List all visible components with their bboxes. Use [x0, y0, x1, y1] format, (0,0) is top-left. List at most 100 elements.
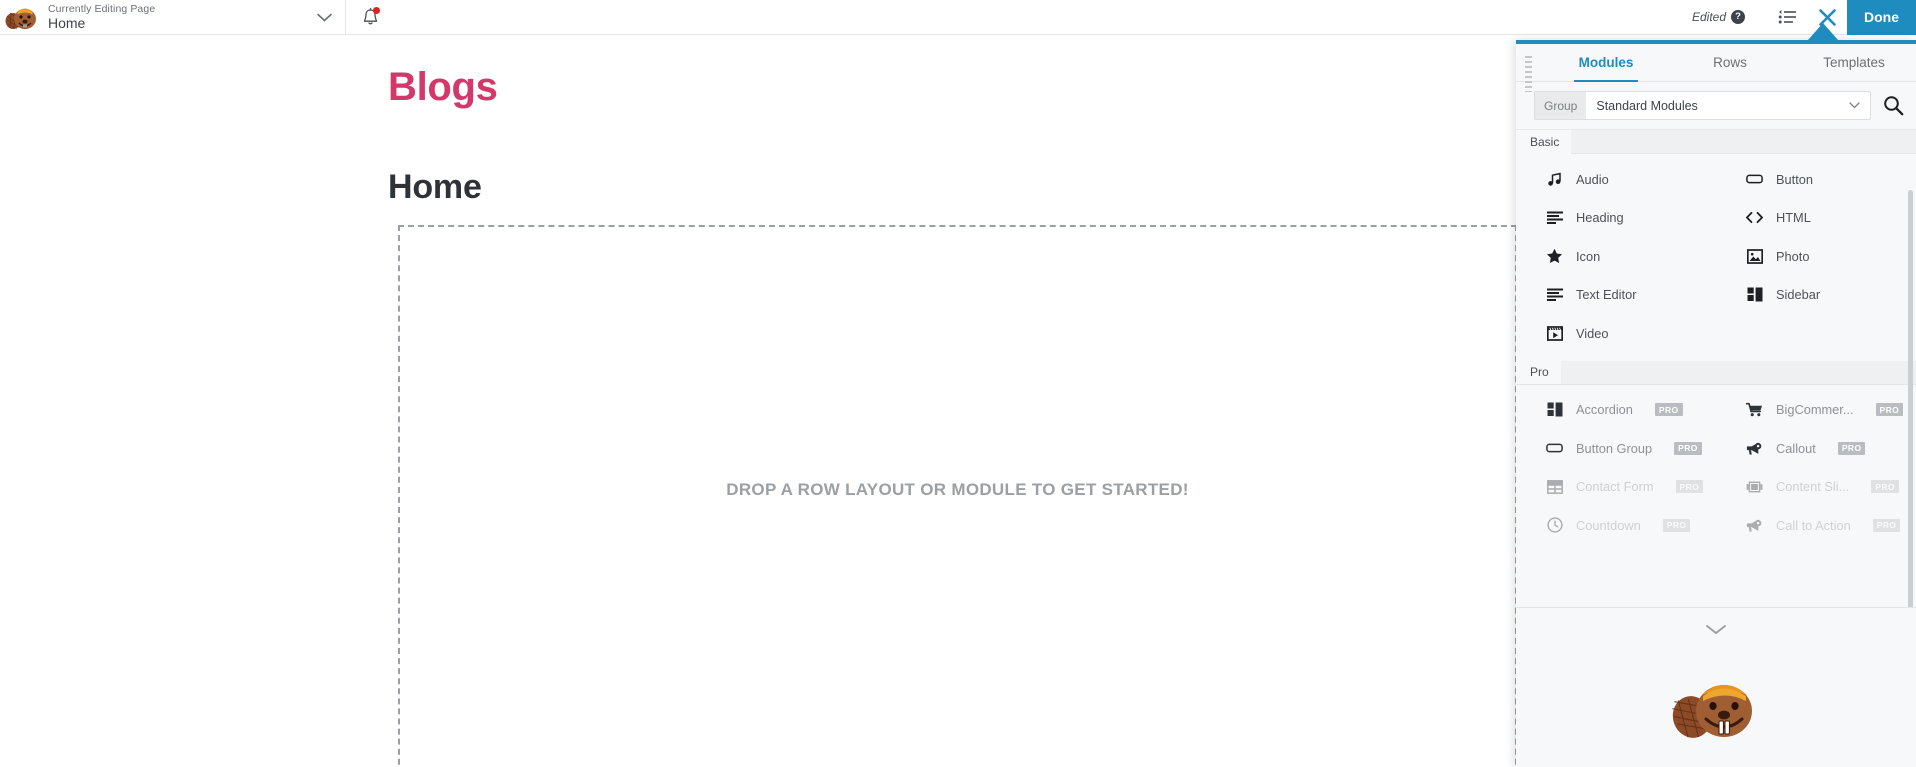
- module-item-button-label: Button: [1776, 171, 1813, 187]
- module-item-contact-form-label: Contact Form: [1576, 479, 1654, 495]
- shopping-cart-icon: [1746, 401, 1763, 418]
- heading-lines-icon: [1546, 209, 1563, 226]
- module-item-callout[interactable]: Callout PRO: [1716, 429, 1916, 468]
- module-item-html-label: HTML: [1776, 210, 1811, 226]
- module-item-countdown-label: Countdown: [1576, 517, 1641, 533]
- module-item-call-to-action-label: Call to Action: [1776, 517, 1851, 533]
- tab-rows[interactable]: Rows: [1668, 44, 1792, 81]
- module-item-sidebar-label: Sidebar: [1776, 287, 1821, 303]
- tab-templates[interactable]: Templates: [1792, 44, 1916, 81]
- megaphone-icon: [1746, 440, 1763, 457]
- music-note-icon: [1546, 171, 1563, 188]
- done-button[interactable]: Done: [1847, 0, 1916, 35]
- button-icon: [1746, 171, 1763, 188]
- edited-status-label: Edited: [1691, 10, 1726, 24]
- module-item-content-slider-label: Content Sli...: [1776, 479, 1850, 495]
- module-item-text-editor-label: Text Editor: [1576, 287, 1637, 303]
- module-item-countdown[interactable]: Countdown PRO: [1516, 506, 1716, 545]
- module-item-video-label: Video: [1576, 325, 1609, 341]
- clock-icon: [1546, 517, 1563, 534]
- module-item-contact-form[interactable]: Contact Form PRO: [1516, 468, 1716, 507]
- chevron-down-icon: [1706, 625, 1726, 635]
- module-list-scroll[interactable]: Basic Audio Button Heading HTML Icon Pho…: [1516, 129, 1916, 607]
- video-clapper-icon: [1546, 325, 1563, 342]
- panel-filter-row: Group Standard Modules: [1516, 82, 1916, 129]
- module-item-accordion-label: Accordion: [1576, 402, 1633, 418]
- group-select-prefix-label: Group: [1535, 92, 1587, 119]
- pro-badge: PRO: [1662, 518, 1691, 532]
- module-item-heading-label: Heading: [1576, 210, 1624, 226]
- module-group-basic-label: Basic: [1516, 130, 1572, 154]
- notification-dot-badge: [373, 7, 380, 14]
- slider-icon: [1746, 478, 1763, 495]
- tab-modules[interactable]: Modules: [1544, 44, 1668, 82]
- pro-badge: PRO: [1675, 480, 1704, 494]
- beaver-mascot-icon: [1670, 661, 1762, 748]
- module-item-accordion[interactable]: Accordion PRO: [1516, 391, 1716, 430]
- megaphone-icon: [1746, 517, 1763, 534]
- notifications-button[interactable]: [346, 0, 394, 34]
- module-group-basic-header: Basic: [1516, 130, 1916, 154]
- form-table-icon: [1546, 478, 1563, 495]
- module-group-pro-header: Pro: [1516, 360, 1916, 385]
- group-select-value: Standard Modules: [1596, 98, 1698, 113]
- module-item-video[interactable]: Video: [1516, 314, 1716, 353]
- admin-bar: Currently Editing Page Home Edited ? Don…: [0, 0, 1916, 35]
- module-item-photo[interactable]: Photo: [1716, 237, 1916, 276]
- image-icon: [1746, 248, 1763, 265]
- builder-panel: Modules Rows Templates Group Standard Mo…: [1516, 40, 1916, 767]
- editing-eyebrow-label: Currently Editing Page: [48, 2, 156, 15]
- tab-modules-label: Modules: [1578, 55, 1634, 70]
- pro-badge: PRO: [1871, 480, 1899, 494]
- module-item-sidebar[interactable]: Sidebar: [1716, 276, 1916, 315]
- edited-status: Edited ?: [1692, 10, 1745, 24]
- pro-badge: PRO: [1837, 441, 1866, 455]
- module-item-bigcommerce[interactable]: BigCommer... PRO: [1716, 391, 1916, 430]
- module-item-content-slider[interactable]: Content Sli... PRO: [1716, 468, 1916, 507]
- search-icon: [1883, 96, 1903, 116]
- outline-panel-button[interactable]: [1767, 0, 1807, 35]
- panel-footer: [1516, 607, 1916, 767]
- site-title: Blogs: [388, 65, 498, 109]
- sidebar-icon: [1746, 286, 1763, 303]
- module-item-photo-label: Photo: [1776, 248, 1810, 264]
- group-select[interactable]: Group Standard Modules: [1534, 91, 1871, 120]
- module-item-audio[interactable]: Audio: [1516, 160, 1716, 199]
- chevron-down-icon: [1849, 102, 1870, 109]
- module-item-text-editor[interactable]: Text Editor: [1516, 276, 1716, 315]
- module-item-audio-label: Audio: [1576, 171, 1609, 187]
- outline-list-icon: [1778, 10, 1796, 24]
- module-item-html[interactable]: HTML: [1716, 199, 1916, 238]
- drag-handle-icon[interactable]: [1525, 56, 1532, 92]
- module-group-pro: Pro Accordion PRO BigCommer... PRO Butto…: [1516, 360, 1916, 553]
- pro-badge: PRO: [1875, 403, 1904, 417]
- module-item-callout-label: Callout: [1776, 440, 1816, 456]
- code-brackets-icon: [1746, 209, 1763, 226]
- module-item-heading[interactable]: Heading: [1516, 199, 1716, 238]
- module-grid-basic: Audio Button Heading HTML Icon Photo Tex…: [1516, 154, 1916, 361]
- module-grid-pro: Accordion PRO BigCommer... PRO Button Gr…: [1516, 385, 1916, 553]
- drop-zone[interactable]: DROP A ROW LAYOUT OR MODULE TO GET START…: [398, 225, 1517, 767]
- panel-pointer-arrow: [1808, 23, 1838, 40]
- drop-zone-label: DROP A ROW LAYOUT OR MODULE TO GET START…: [726, 480, 1189, 499]
- admin-bar-actions: Edited ? Done: [1692, 0, 1916, 35]
- page-selector-dropdown[interactable]: [304, 0, 346, 34]
- text-lines-icon: [1546, 286, 1563, 303]
- pro-badge: PRO: [1872, 518, 1901, 532]
- beaver-logo-icon[interactable]: [0, 0, 44, 34]
- star-icon: [1546, 248, 1563, 265]
- search-button[interactable]: [1880, 93, 1906, 119]
- module-item-button-group-label: Button Group: [1576, 440, 1653, 456]
- tab-rows-label: Rows: [1713, 55, 1747, 70]
- module-item-call-to-action[interactable]: Call to Action PRO: [1716, 506, 1916, 545]
- expand-more-button[interactable]: [1685, 618, 1747, 644]
- accordion-icon: [1546, 401, 1563, 418]
- pro-badge: PRO: [1654, 403, 1683, 417]
- module-item-button-group[interactable]: Button Group PRO: [1516, 429, 1716, 468]
- module-group-basic: Basic Audio Button Heading HTML Icon Pho…: [1516, 130, 1916, 361]
- help-question-icon[interactable]: ?: [1731, 10, 1745, 24]
- module-item-button[interactable]: Button: [1716, 160, 1916, 199]
- button-icon: [1546, 440, 1563, 457]
- pro-badge: PRO: [1674, 441, 1702, 455]
- module-item-icon[interactable]: Icon: [1516, 237, 1716, 276]
